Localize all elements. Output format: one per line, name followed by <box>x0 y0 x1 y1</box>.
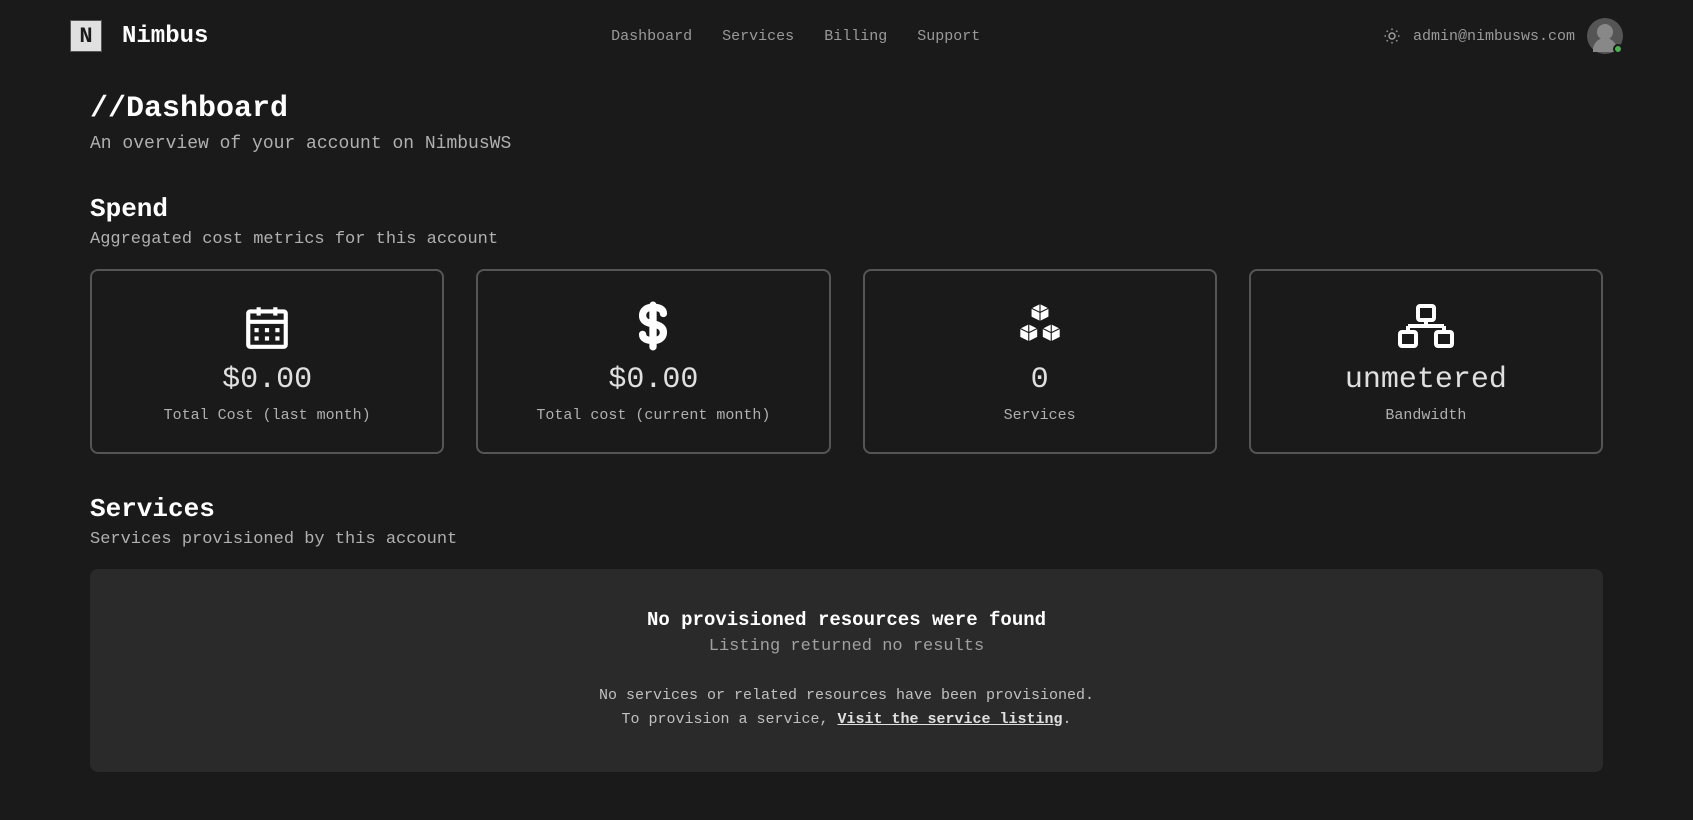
card-last-month: $0.00 Total Cost (last month) <box>90 269 444 454</box>
calendar-icon <box>242 299 292 353</box>
services-section-subtitle: Services provisioned by this account <box>90 530 1603 549</box>
cubes-icon <box>1013 299 1067 353</box>
page-title: //Dashboard <box>90 92 1603 126</box>
card-services: 0 Services <box>863 269 1217 454</box>
page-subtitle: An overview of your account on NimbusWS <box>90 134 1603 154</box>
visit-service-listing-link[interactable]: Visit the service listing <box>837 711 1062 728</box>
sun-icon[interactable] <box>1383 27 1401 45</box>
spend-section-subtitle: Aggregated cost metrics for this account <box>90 230 1603 249</box>
empty-line1: No services or related resources have be… <box>599 687 1094 704</box>
card-label: Services <box>1004 407 1076 424</box>
empty-line2-suffix: . <box>1063 711 1072 728</box>
page-title-prefix: // <box>90 92 126 126</box>
empty-subtitle: Listing returned no results <box>110 637 1583 656</box>
header-right: admin@nimbusws.com <box>1383 18 1623 54</box>
services-section-title: Services <box>90 494 1603 524</box>
card-label: Bandwidth <box>1385 407 1466 424</box>
status-dot <box>1613 44 1623 54</box>
user-email: admin@nimbusws.com <box>1413 28 1575 45</box>
empty-text: No services or related resources have be… <box>110 684 1583 732</box>
card-value: $0.00 <box>608 363 698 397</box>
card-bandwidth: unmetered Bandwidth <box>1249 269 1603 454</box>
spend-cards: $0.00 Total Cost (last month) $0.00 Tota… <box>90 269 1603 454</box>
network-icon <box>1396 299 1456 353</box>
logo[interactable]: N <box>70 20 102 52</box>
main-content: //Dashboard An overview of your account … <box>0 72 1693 792</box>
header-left: N Nimbus <box>70 20 208 52</box>
card-value: $0.00 <box>222 363 312 397</box>
empty-title: No provisioned resources were found <box>110 609 1583 631</box>
brand-name: Nimbus <box>122 23 208 50</box>
nav: Dashboard Services Billing Support <box>611 28 980 45</box>
nav-item-billing[interactable]: Billing <box>824 28 887 45</box>
card-value: unmetered <box>1345 363 1507 397</box>
spend-section-title: Spend <box>90 194 1603 224</box>
empty-line2-prefix: To provision a service, <box>621 711 837 728</box>
nav-item-services[interactable]: Services <box>722 28 794 45</box>
nav-item-dashboard[interactable]: Dashboard <box>611 28 692 45</box>
header: N Nimbus Dashboard Services Billing Supp… <box>0 0 1693 72</box>
page-title-text: Dashboard <box>126 92 288 126</box>
nav-item-support[interactable]: Support <box>917 28 980 45</box>
logo-letter: N <box>79 24 92 49</box>
dollar-icon <box>628 299 678 353</box>
empty-state: No provisioned resources were found List… <box>90 569 1603 772</box>
card-label: Total cost (current month) <box>536 407 770 424</box>
card-value: 0 <box>1031 363 1049 397</box>
card-current-month: $0.00 Total cost (current month) <box>476 269 830 454</box>
card-label: Total Cost (last month) <box>164 407 371 424</box>
avatar[interactable] <box>1587 18 1623 54</box>
